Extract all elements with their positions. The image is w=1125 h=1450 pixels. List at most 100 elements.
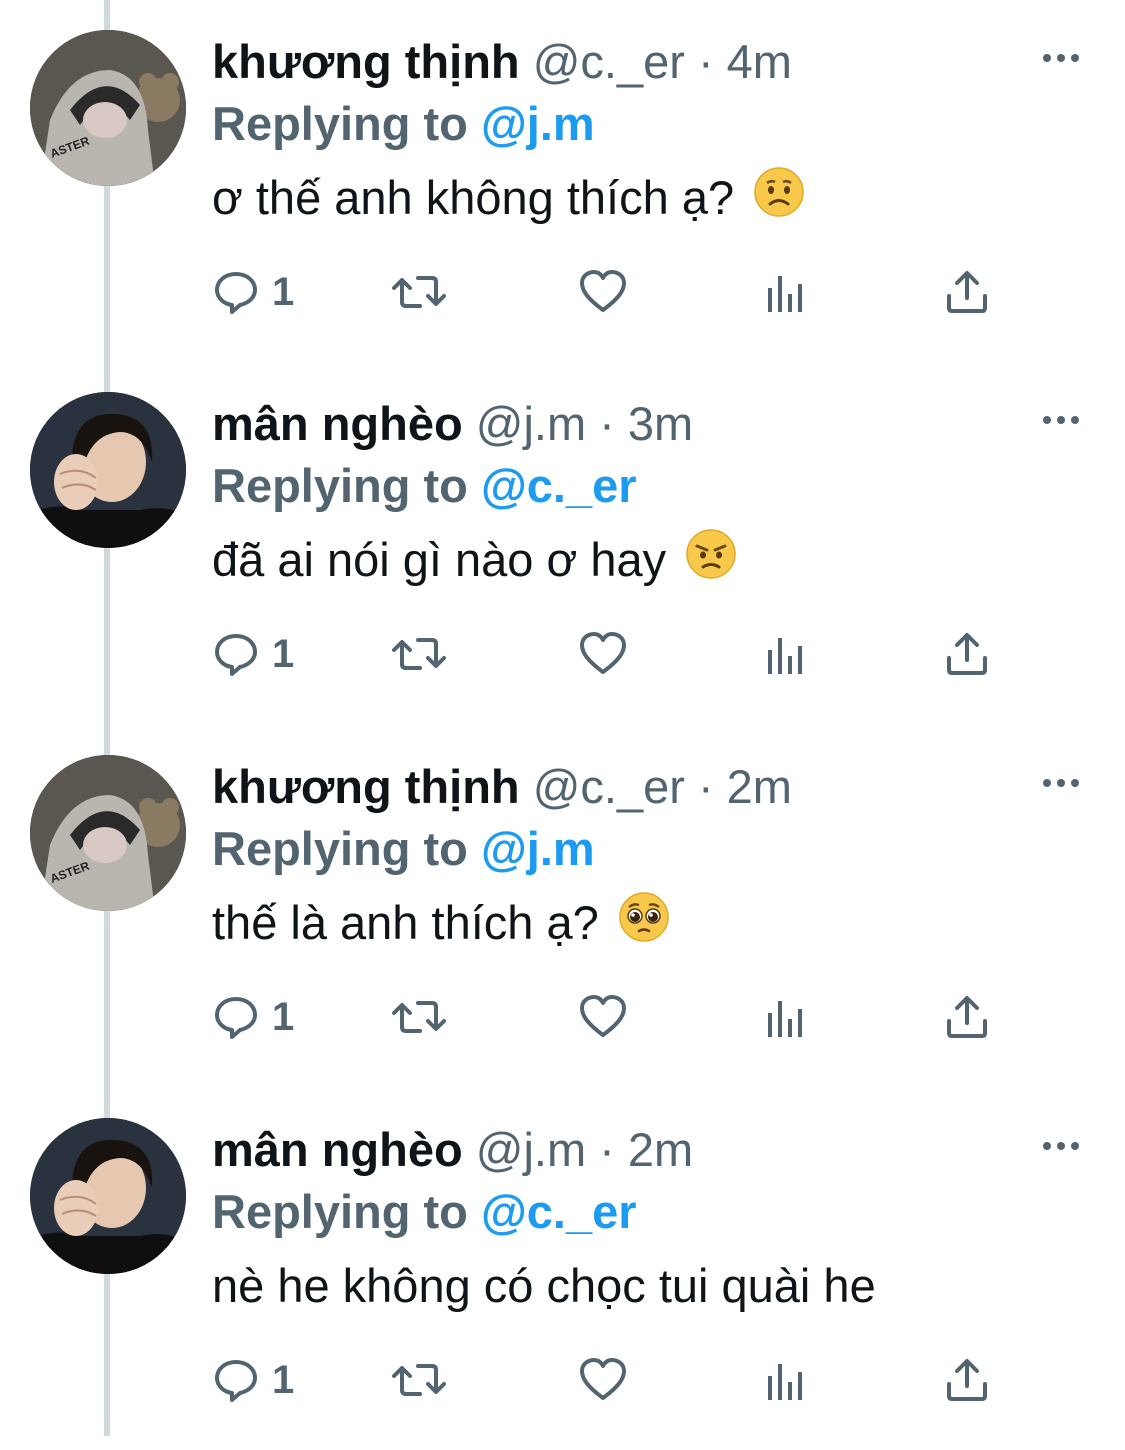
reply-button[interactable]: 1 xyxy=(212,987,294,1047)
reply-count: 1 xyxy=(272,631,295,676)
worried-face-icon xyxy=(753,162,805,242)
retweet-button[interactable] xyxy=(390,262,448,322)
like-button[interactable] xyxy=(578,262,628,322)
username[interactable]: @j.m xyxy=(476,1123,586,1176)
action-bar: 1 xyxy=(212,624,1012,684)
more-options-icon[interactable] xyxy=(1041,773,1081,793)
retweet-button[interactable] xyxy=(390,624,448,684)
analytics-button[interactable] xyxy=(764,987,808,1047)
analytics-button[interactable] xyxy=(764,624,808,684)
display-name[interactable]: khương thịnh xyxy=(212,760,520,813)
heart-icon xyxy=(580,995,626,1037)
share-icon xyxy=(947,633,987,675)
replying-to: Replying to @c._er xyxy=(212,1180,637,1244)
retweet-icon xyxy=(392,1001,446,1033)
display-name[interactable]: khương thịnh xyxy=(212,35,520,88)
tweet-text-content: ơ thế anh không thích ạ? xyxy=(212,171,735,224)
replying-to: Replying to @j.m xyxy=(212,817,595,881)
tweet-text: thế là anh thích ạ? xyxy=(212,883,670,963)
analytics-icon xyxy=(768,1001,802,1037)
tweet[interactable]: mân nghèo @j.m · 2m Replying to @c._er n… xyxy=(0,1088,1125,1450)
analytics-icon xyxy=(768,638,802,674)
like-button[interactable] xyxy=(578,1350,628,1410)
share-icon xyxy=(947,1359,987,1401)
replying-to-label: Replying to xyxy=(212,822,481,875)
username[interactable]: @c._er xyxy=(533,760,685,813)
retweet-icon xyxy=(392,638,446,670)
heart-icon xyxy=(580,1358,626,1400)
username[interactable]: @j.m xyxy=(476,397,586,450)
username[interactable]: @c._er xyxy=(533,35,685,88)
reply-icon xyxy=(215,997,257,1039)
reply-button[interactable]: 1 xyxy=(212,624,294,684)
reply-icon xyxy=(215,634,257,676)
replying-to-label: Replying to xyxy=(212,459,481,512)
action-bar: 1 xyxy=(212,987,1012,1047)
retweet-button[interactable] xyxy=(390,1350,448,1410)
analytics-button[interactable] xyxy=(764,262,808,322)
display-name[interactable]: mân nghèo xyxy=(212,397,463,450)
avatar-portrait-image xyxy=(30,392,186,548)
analytics-icon xyxy=(768,276,802,312)
replying-to: Replying to @j.m xyxy=(212,92,595,156)
separator: · xyxy=(684,760,727,813)
tweet-header: khương thịnh @c._er · 2m xyxy=(212,755,792,819)
avatar[interactable] xyxy=(30,1118,186,1274)
more-options-icon[interactable] xyxy=(1041,1136,1081,1156)
heart-icon xyxy=(580,270,626,312)
separator: · xyxy=(586,1123,628,1176)
more-options-icon[interactable] xyxy=(1041,48,1081,68)
share-button[interactable] xyxy=(944,624,990,684)
tweet-header: mân nghèo @j.m · 2m xyxy=(212,1118,693,1182)
replying-to-label: Replying to xyxy=(212,97,481,150)
replying-to: Replying to @c._er xyxy=(212,454,637,518)
share-button[interactable] xyxy=(944,1350,990,1410)
avatar-hoodie-image: ASTER xyxy=(30,755,186,911)
reply-button[interactable]: 1 xyxy=(212,262,294,322)
share-icon xyxy=(947,271,987,313)
replying-to-handle[interactable]: @c._er xyxy=(481,1185,637,1238)
separator: · xyxy=(586,397,628,450)
display-name[interactable]: mân nghèo xyxy=(212,1123,463,1176)
heart-icon xyxy=(580,632,626,674)
analytics-button[interactable] xyxy=(764,1350,808,1410)
tweet-text: nè he không có chọc tui quài he xyxy=(212,1246,876,1326)
retweet-icon xyxy=(392,276,446,308)
more-options-icon[interactable] xyxy=(1041,410,1081,430)
avatar[interactable] xyxy=(30,392,186,548)
avatar-hoodie-image: ASTER xyxy=(30,30,186,186)
timestamp[interactable]: 4m xyxy=(727,35,792,88)
reply-button[interactable]: 1 xyxy=(212,1350,294,1410)
timestamp[interactable]: 2m xyxy=(727,760,792,813)
share-icon xyxy=(947,996,987,1038)
action-bar: 1 xyxy=(212,1350,1012,1410)
tweet-text-content: nè he không có chọc tui quài he xyxy=(212,1259,876,1312)
avatar[interactable]: ASTER xyxy=(30,755,186,911)
like-button[interactable] xyxy=(578,624,628,684)
like-button[interactable] xyxy=(578,987,628,1047)
reply-count: 1 xyxy=(272,994,295,1039)
action-bar: 1 xyxy=(212,262,1012,322)
replying-to-handle[interactable]: @j.m xyxy=(481,822,595,875)
avatar[interactable]: ASTER xyxy=(30,30,186,186)
separator: · xyxy=(684,35,727,88)
timestamp[interactable]: 3m xyxy=(628,397,693,450)
tweet-text-content: đã ai nói gì nào ơ hay xyxy=(212,533,667,586)
share-button[interactable] xyxy=(944,987,990,1047)
timestamp[interactable]: 2m xyxy=(628,1123,693,1176)
tweet[interactable]: ASTER khương thịnh @c._er · 2m Replying … xyxy=(0,725,1125,1087)
replying-to-label: Replying to xyxy=(212,1185,481,1238)
share-button[interactable] xyxy=(944,262,990,322)
tweet-text: ơ thế anh không thích ạ? xyxy=(212,158,805,238)
tweet-header: mân nghèo @j.m · 3m xyxy=(212,392,693,456)
retweet-button[interactable] xyxy=(390,987,448,1047)
reply-count: 1 xyxy=(272,269,295,314)
replying-to-handle[interactable]: @j.m xyxy=(481,97,595,150)
replying-to-handle[interactable]: @c._er xyxy=(481,459,637,512)
tweet-text-content: thế là anh thích ạ? xyxy=(212,896,599,949)
tweet[interactable]: mân nghèo @j.m · 3m Replying to @c._er đ… xyxy=(0,362,1125,724)
reply-icon xyxy=(215,272,257,314)
tweet[interactable]: ASTER khương thịnh @c._er · 4m Replying … xyxy=(0,0,1125,362)
pleading-face-icon xyxy=(618,887,670,967)
angry-face-icon xyxy=(685,524,737,604)
